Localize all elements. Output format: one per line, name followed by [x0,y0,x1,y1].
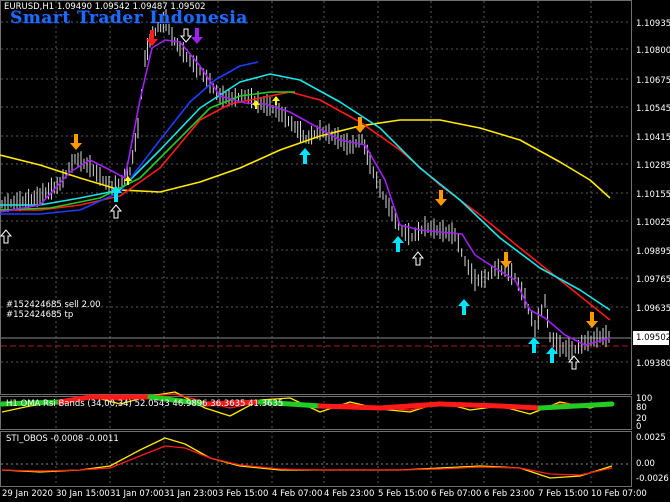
sell-arrow-icon [435,190,447,206]
ma-cyan-line [0,73,611,311]
time-tick: 6 Feb 23:00 [484,489,535,499]
obos-level: 0.00 [636,459,655,469]
rsi-panel-label: H1 OMA Rsi Bands (34,00,34) 52.0543 46.9… [6,399,284,409]
watermark-logo: Smart Trader Indonesia [10,8,248,28]
time-tick: 10 Feb 07:00 [591,489,647,499]
hollow-down-arrow-icon [179,28,193,43]
order-sell-label: #152424685 sell 2.00 [6,300,101,310]
time-tick: 29 Jan 2020 [2,489,53,499]
obos-level: -0.0026 [636,474,669,484]
price-tick: 1.10800 [636,46,670,56]
chart-drawing [0,1,631,486]
price-tick: 1.09765 [636,275,670,285]
price-tick: 1.10415 [636,133,670,143]
obos-level: 0.0025 [636,433,666,443]
time-tick: 4 Feb 07:00 [272,489,323,499]
price-tick: 1.10675 [636,76,670,86]
time-tick: 4 Feb 23:00 [324,489,375,499]
small-up-arrow-icon [252,100,260,109]
current-price-tag: 1.09502 [633,331,670,345]
ma-green-line [0,91,295,211]
rsi-band-segment [317,403,383,411]
hollow-up-arrow-icon [567,355,581,370]
price-tick: 1.09895 [636,247,670,257]
price-tick: 1.10025 [636,218,670,228]
rsi-band-segment [497,403,543,411]
obos-panel-label: STI_OBOS -0.0008 -0.0011 [6,434,119,444]
sell-arrow-icon [586,312,598,328]
rsi-band-segment [437,401,503,409]
buy-arrow-icon [528,337,540,353]
price-tick: 1.09635 [636,304,670,314]
time-axis: 29 Jan 2020 30 Jan 15:00 31 Jan 07:00 31… [0,487,670,502]
hollow-up-arrow-icon [0,229,13,244]
price-tick: 1.10155 [636,190,670,200]
obos-axis: 0.0025 0.00 -0.0026 [632,431,670,487]
price-tick: 1.10545 [636,104,670,114]
price-tick: 1.10935 [636,19,670,29]
time-tick: 31 Jan 07:00 [110,489,164,499]
time-tick: 30 Jan 15:00 [56,489,110,499]
rsi-band-segment [537,401,615,411]
hollow-up-arrow-icon [109,204,123,219]
buy-arrow-icon [458,299,470,315]
obos-yellow-line [1,437,613,479]
time-tick: 5 Feb 15:00 [378,489,429,499]
time-tick: 7 Feb 15:00 [538,489,589,499]
sell-arrow-icon [191,28,203,44]
buy-arrow-icon [299,148,311,164]
time-tick: 6 Feb 07:00 [431,489,482,499]
rsi-level: 80 [636,403,647,413]
hollow-up-arrow-icon [411,251,425,266]
time-tick: 3 Feb 15:00 [218,489,269,499]
order-tp-label: #152424685 tp [6,310,74,320]
price-tick: 1.10285 [636,161,670,171]
time-tick: 31 Jan 23:00 [164,489,218,499]
rsi-axis: 100 80 20 0 [632,394,670,432]
price-tick: 1.09380 [636,359,670,369]
